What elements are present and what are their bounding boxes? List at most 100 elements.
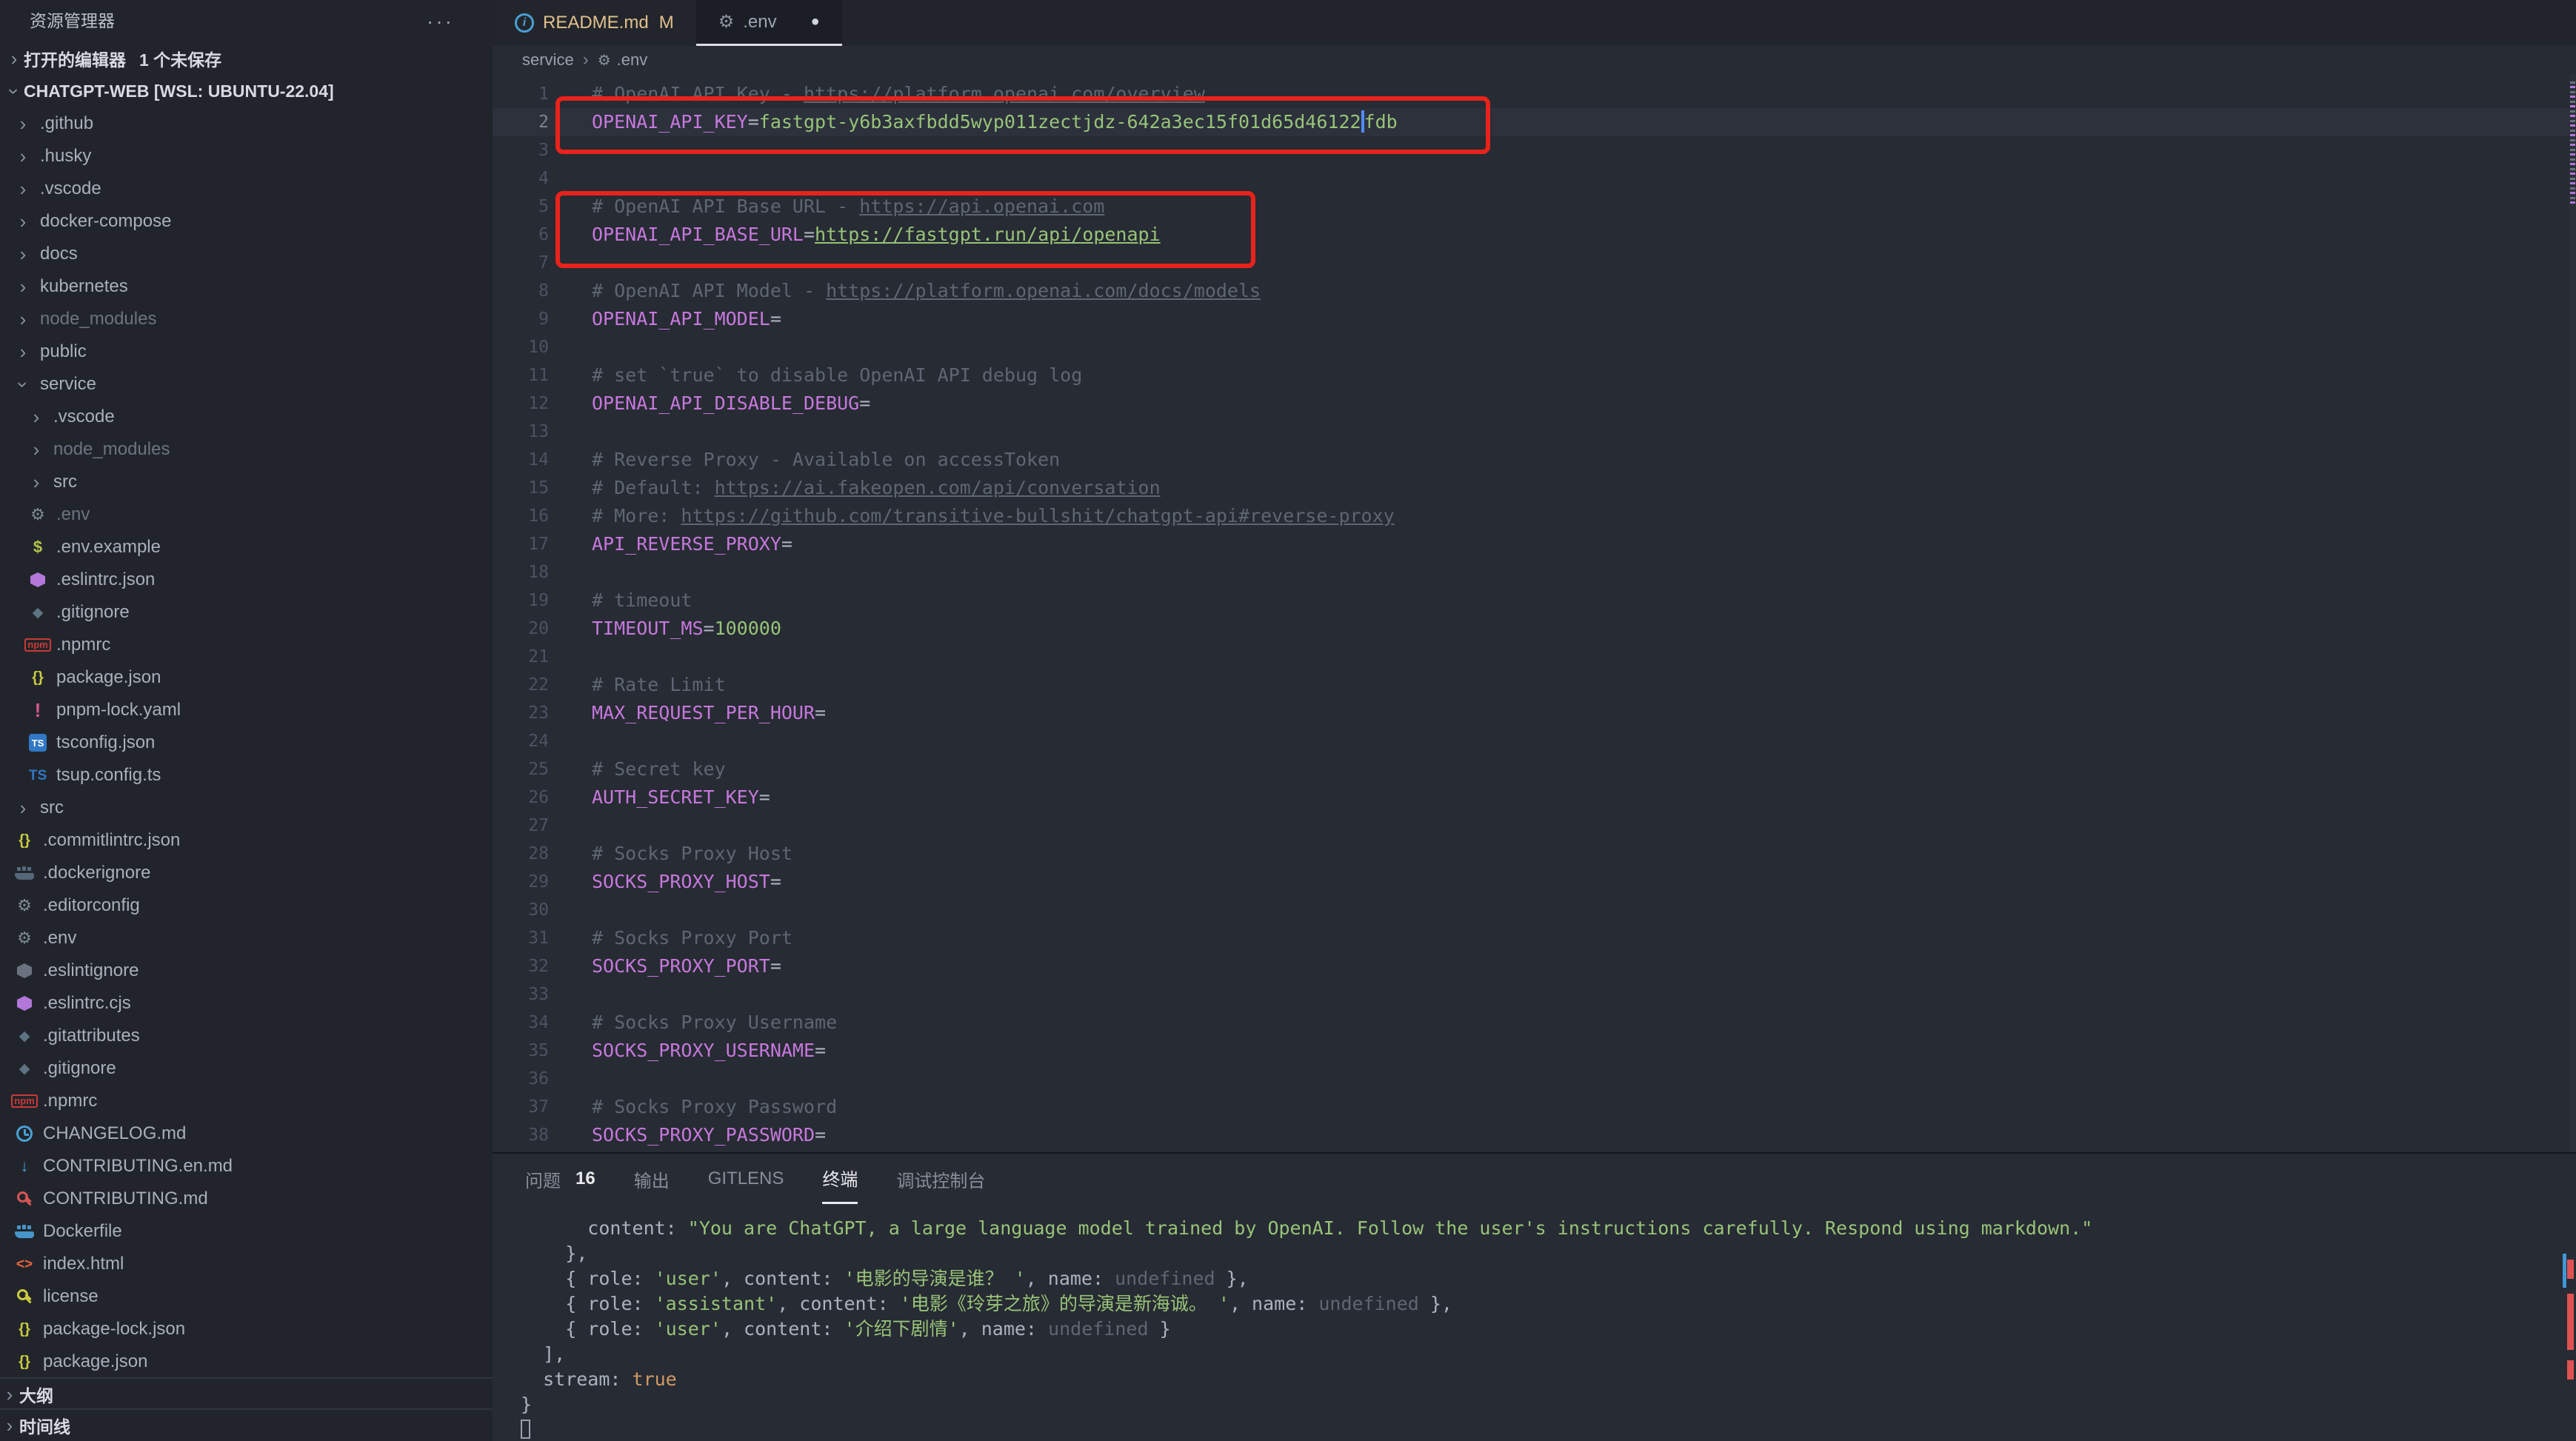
tree-item-docker-compose[interactable]: ›docker-compose: [0, 205, 493, 238]
editor-line-6[interactable]: 6OPENAI_API_BASE_URL=https://fastgpt.run…: [493, 221, 2576, 249]
tree-item-.eslintrc.json[interactable]: .eslintrc.json: [0, 564, 493, 596]
editor-line-28[interactable]: 28# Socks Proxy Host: [493, 840, 2576, 868]
tree-item-.eslintignore[interactable]: .eslintignore: [0, 954, 493, 987]
tree-item-package.json[interactable]: {}package.json: [0, 661, 493, 694]
editor-line-17[interactable]: 17API_REVERSE_PROXY=: [493, 530, 2576, 558]
editor-line-26[interactable]: 26AUTH_SECRET_KEY=: [493, 783, 2576, 812]
tree-item-.vscode[interactable]: ›.vscode: [0, 401, 493, 433]
breadcrumb-file[interactable]: .env: [617, 50, 648, 70]
panel-tab-调试控制台[interactable]: 调试控制台: [896, 1154, 985, 1204]
tree-item-Dockerfile[interactable]: Dockerfile: [0, 1215, 493, 1248]
tree-item-.commitlintrc.json[interactable]: {}.commitlintrc.json: [0, 824, 493, 857]
tree-item-tsconfig.json[interactable]: TStsconfig.json: [0, 726, 493, 759]
tree-item-CHANGELOG.md[interactable]: CHANGELOG.md: [0, 1117, 493, 1150]
editor-line-16[interactable]: 16# More: https://github.com/transitive-…: [493, 502, 2576, 530]
editor-line-33[interactable]: 33: [493, 980, 2576, 1009]
tab-env[interactable]: ⚙.env●: [696, 0, 842, 46]
editor-line-35[interactable]: 35SOCKS_PROXY_USERNAME=: [493, 1037, 2576, 1065]
breadcrumb-folder[interactable]: service: [522, 50, 574, 70]
minimap[interactable]: [2569, 74, 2576, 1152]
editor-line-3[interactable]: 3: [493, 136, 2576, 164]
tree-item-.github[interactable]: ›.github: [0, 107, 493, 140]
editor-line-29[interactable]: 29SOCKS_PROXY_HOST=: [493, 868, 2576, 896]
editor-line-24[interactable]: 24: [493, 727, 2576, 755]
outline-section[interactable]: › 大纲: [0, 1377, 493, 1410]
editor-line-37[interactable]: 37# Socks Proxy Password: [493, 1093, 2576, 1121]
tree-item-src[interactable]: ›src: [0, 466, 493, 498]
editor-line-15[interactable]: 15# Default: https://ai.fakeopen.com/api…: [493, 474, 2576, 502]
editor-line-30[interactable]: 30: [493, 896, 2576, 924]
editor-line-18[interactable]: 18: [493, 558, 2576, 586]
tree-item-.dockerignore[interactable]: .dockerignore: [0, 857, 493, 889]
editor-line-11[interactable]: 11# set `true` to disable OpenAI API deb…: [493, 361, 2576, 389]
tree-item-src[interactable]: ›src: [0, 792, 493, 824]
editor-line-22[interactable]: 22# Rate Limit: [493, 671, 2576, 699]
line-number: 24: [493, 727, 549, 755]
editor-line-21[interactable]: 21: [493, 643, 2576, 671]
editor-line-10[interactable]: 10: [493, 333, 2576, 361]
tree-item-docs[interactable]: ›docs: [0, 238, 493, 270]
panel-tab-GITLENS[interactable]: GITLENS: [708, 1154, 784, 1204]
project-root[interactable]: › CHATGPT-WEB [WSL: UBUNTU-22.04]: [0, 75, 493, 107]
editor-line-36[interactable]: 36: [493, 1065, 2576, 1093]
editor-line-13[interactable]: 13: [493, 418, 2576, 446]
tree-item-.npmrc[interactable]: npm.npmrc: [0, 629, 493, 661]
breadcrumb[interactable]: service › ⚙ .env: [493, 46, 2576, 74]
terminal-line: { role: 'user', content: '介绍下剧情', name: …: [521, 1317, 2576, 1342]
tab-READMEmd[interactable]: iREADME.mdM: [493, 0, 696, 46]
editor-line-25[interactable]: 25# Secret key: [493, 755, 2576, 783]
editor-line-1[interactable]: 1# OpenAI API Key - https://platform.ope…: [493, 80, 2576, 108]
tree-item-.gitattributes[interactable]: ◆.gitattributes: [0, 1020, 493, 1052]
editor-line-19[interactable]: 19# timeout: [493, 586, 2576, 615]
tree-item-index.html[interactable]: <>index.html: [0, 1248, 493, 1280]
editor-line-34[interactable]: 34# Socks Proxy Username: [493, 1009, 2576, 1037]
editor-line-23[interactable]: 23MAX_REQUEST_PER_HOUR=: [493, 699, 2576, 727]
editor-line-9[interactable]: 9OPENAI_API_MODEL=: [493, 305, 2576, 333]
tree-item-label: .npmrc: [43, 1091, 97, 1111]
tree-item-public[interactable]: ›public: [0, 335, 493, 368]
editor-line-20[interactable]: 20TIMEOUT_MS=100000: [493, 615, 2576, 643]
tree-item-CONTRIBUTING.en.md[interactable]: ↓CONTRIBUTING.en.md: [0, 1150, 493, 1183]
editor-line-5[interactable]: 5# OpenAI API Base URL - https://api.ope…: [493, 193, 2576, 221]
editor-line-32[interactable]: 32SOCKS_PROXY_PORT=: [493, 952, 2576, 980]
editor-line-38[interactable]: 38SOCKS_PROXY_PASSWORD=: [493, 1121, 2576, 1149]
panel-tab-输出[interactable]: 输出: [634, 1154, 670, 1204]
editor-line-7[interactable]: 7: [493, 249, 2576, 277]
editor-line-27[interactable]: 27: [493, 812, 2576, 840]
code-editor[interactable]: 1# OpenAI API Key - https://platform.ope…: [493, 74, 2576, 1152]
editor-line-2[interactable]: 2OPENAI_API_KEY=fastgpt-y6b3axfbdd5wyp01…: [493, 108, 2576, 136]
tree-item-.env[interactable]: ⚙.env: [0, 498, 493, 531]
editor-line-12[interactable]: 12OPENAI_API_DISABLE_DEBUG=: [493, 389, 2576, 418]
editor-line-8[interactable]: 8# OpenAI API Model - https://platform.o…: [493, 277, 2576, 305]
tree-item-.gitignore[interactable]: ◆.gitignore: [0, 596, 493, 629]
chevron-right-icon: ›: [13, 145, 33, 168]
tree-item-kubernetes[interactable]: ›kubernetes: [0, 270, 493, 303]
tree-item-.editorconfig[interactable]: ⚙.editorconfig: [0, 889, 493, 922]
tree-item-node_modules[interactable]: ›node_modules: [0, 303, 493, 335]
tree-item-.husky[interactable]: ›.husky: [0, 140, 493, 173]
editor-line-31[interactable]: 31# Socks Proxy Port: [493, 924, 2576, 952]
open-editors-section[interactable]: › 打开的编辑器 1 个未保存: [0, 42, 493, 75]
tree-item-node_modules[interactable]: ›node_modules: [0, 433, 493, 466]
editor-line-14[interactable]: 14# Reverse Proxy - Available on accessT…: [493, 446, 2576, 474]
tree-item-.env[interactable]: ⚙.env: [0, 922, 493, 954]
tree-item-tsup.config.ts[interactable]: TStsup.config.ts: [0, 759, 493, 792]
terminal[interactable]: content: "You are ChatGPT, a large langu…: [493, 1204, 2576, 1441]
tree-item-.env.example[interactable]: $.env.example: [0, 531, 493, 564]
tree-item-.gitignore[interactable]: ◆.gitignore: [0, 1052, 493, 1085]
editor-line-4[interactable]: 4: [493, 164, 2576, 193]
tree-item-.eslintrc.cjs[interactable]: .eslintrc.cjs: [0, 987, 493, 1020]
timeline-section[interactable]: › 时间线: [0, 1408, 493, 1441]
panel-tab-终端[interactable]: 终端: [822, 1154, 858, 1204]
tree-item-package-lock.json[interactable]: {}package-lock.json: [0, 1313, 493, 1345]
tree-item-CONTRIBUTING.md[interactable]: CONTRIBUTING.md: [0, 1183, 493, 1215]
panel-tab-问题[interactable]: 问题16: [525, 1154, 595, 1204]
unsaved-dot-icon[interactable]: ●: [811, 13, 820, 30]
tree-item-.npmrc[interactable]: npm.npmrc: [0, 1085, 493, 1117]
tree-item-license[interactable]: license: [0, 1280, 493, 1313]
more-actions-icon[interactable]: ···: [427, 0, 454, 42]
tree-item-.vscode[interactable]: ›.vscode: [0, 173, 493, 205]
tree-item-package.json[interactable]: {}package.json: [0, 1345, 493, 1378]
tree-item-service[interactable]: ›service: [0, 368, 493, 401]
tree-item-pnpm-lock.yaml[interactable]: !pnpm-lock.yaml: [0, 694, 493, 726]
